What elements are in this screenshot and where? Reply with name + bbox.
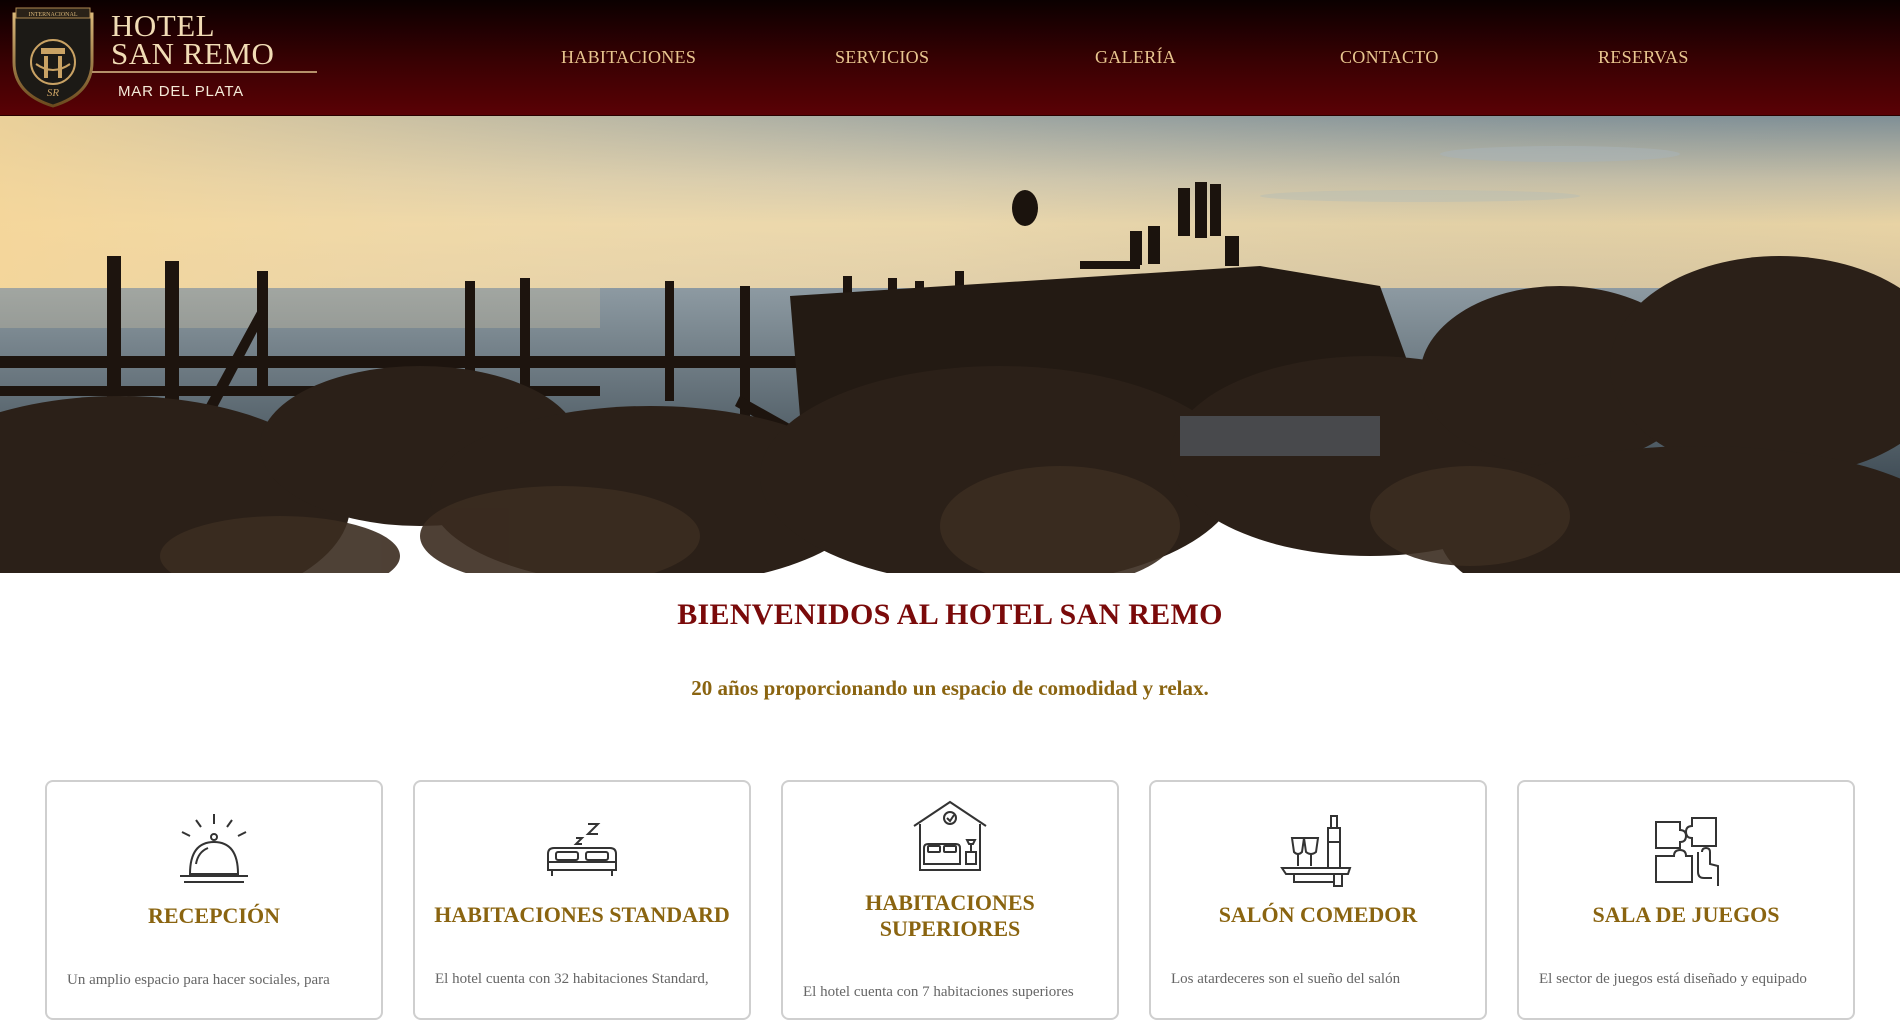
service-text-recepcion: Un amplio espacio para hacer sociales, p… [67,972,330,988]
reception-bell-icon [180,814,248,883]
service-title-standard: HABITACIONES STANDARD [434,902,730,927]
service-text-comedor: Los atardeceres son el sueño del salón [1171,971,1401,987]
service-title-recepcion: RECEPCIÓN [147,903,280,928]
bed-icon [547,823,617,876]
beach-pier-photo [0,116,1900,573]
service-title-juegos: SALA DE JUEGOS [1592,902,1780,927]
service-card-standard[interactable]: HABITACIONES STANDARD El hotel cuenta co… [413,780,751,1020]
hero-banner-image [0,116,1900,573]
brand-location: MAR DEL PLATA [118,83,244,100]
service-title-superiores-line1: HABITACIONES [865,890,1035,915]
service-title-comedor: SALÓN COMEDOR [1218,902,1418,927]
service-card-comedor[interactable]: SALÓN COMEDOR Los atardeceres son el sue… [1149,780,1487,1020]
nav-servicios[interactable]: SERVICIOS [835,47,929,68]
service-text-superiores: El hotel cuenta con 7 habitaciones super… [803,984,1074,1000]
superior-room-icon [913,800,987,871]
brand-name-line2: SAN REMO [111,36,275,71]
service-title-superiores-line2: SUPERIORES [879,916,1021,941]
puzzle-icon [1655,817,1719,886]
hotel-logo[interactable]: INTERNACIONAL SR [10,4,96,108]
nav-reservas[interactable]: RESERVAS [1598,47,1689,68]
nav-habitaciones[interactable]: HABITACIONES [561,47,696,68]
nav-galeria[interactable]: GALERÍA [1095,47,1176,68]
service-card-juegos[interactable]: SALA DE JUEGOS El sector de juegos está … [1517,780,1855,1020]
service-card-superiores[interactable]: HABITACIONES SUPERIORES El hotel cuenta … [781,780,1119,1020]
service-title-superiores: HABITACIONES SUPERIORES [783,890,1117,942]
welcome-title: BIENVENIDOS AL HOTEL SAN REMO [677,598,1223,631]
site-header: INTERNACIONAL SR HOTEL SAN REMO MAR DEL … [0,0,1900,116]
svg-text:SR: SR [47,87,60,99]
service-text-juegos: El sector de juegos está diseñado y equi… [1539,971,1807,987]
svg-text:INTERNACIONAL: INTERNACIONAL [29,12,78,18]
brand-divider [92,71,317,73]
dining-icon [1280,815,1352,887]
service-card-recepcion[interactable]: RECEPCIÓN Un amplio espacio para hacer s… [45,780,383,1020]
nav-contacto[interactable]: CONTACTO [1340,47,1439,68]
welcome-tagline: 20 años proporcionando un espacio de com… [691,676,1209,700]
service-text-standard: El hotel cuenta con 32 habitaciones Stan… [435,971,709,987]
